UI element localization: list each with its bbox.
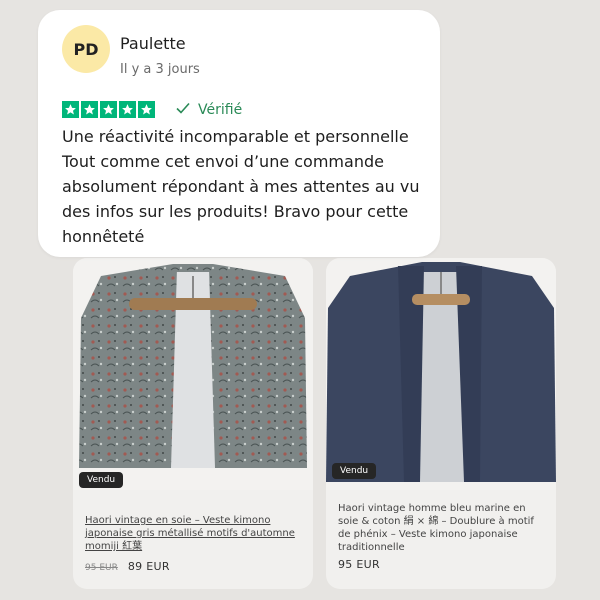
price-row: 95 EUR — [338, 558, 380, 571]
star-icon — [81, 101, 98, 118]
sale-price: 89 EUR — [127, 560, 170, 573]
star-icon — [138, 101, 155, 118]
star-rating — [62, 101, 155, 118]
review-card: PD Paulette Il y a 3 jours Vérifié Une r… — [38, 10, 440, 257]
review-date: Il y a 3 jours — [120, 62, 200, 77]
product-title-link[interactable]: Haori vintage homme bleu marine en soie … — [338, 502, 544, 554]
reviewer-name: Paulette — [120, 34, 186, 53]
product-title-link[interactable]: Haori vintage en soie – Veste kimono jap… — [85, 514, 303, 553]
verified-badge: Vérifié — [176, 102, 242, 118]
review-text: Une réactivité incomparable et personnel… — [62, 127, 420, 246]
original-price: 95 EUR — [85, 563, 118, 573]
product-card[interactable]: Vendu Haori vintage en soie – Veste kimo… — [73, 258, 313, 589]
star-icon — [119, 101, 136, 118]
product-image[interactable] — [326, 258, 556, 490]
checkmark-icon — [176, 102, 190, 118]
star-icon — [62, 101, 79, 118]
verified-label: Vérifié — [198, 102, 243, 118]
sold-badge: Vendu — [79, 472, 124, 488]
sold-badge: Vendu — [332, 463, 377, 479]
price-row: 95 EUR 89 EUR — [85, 560, 170, 573]
price: 95 EUR — [338, 558, 380, 571]
star-icon — [100, 101, 117, 118]
product-card[interactable]: Vendu Haori vintage homme bleu marine en… — [326, 258, 556, 589]
product-image[interactable] — [73, 258, 313, 490]
avatar: PD — [62, 25, 110, 73]
